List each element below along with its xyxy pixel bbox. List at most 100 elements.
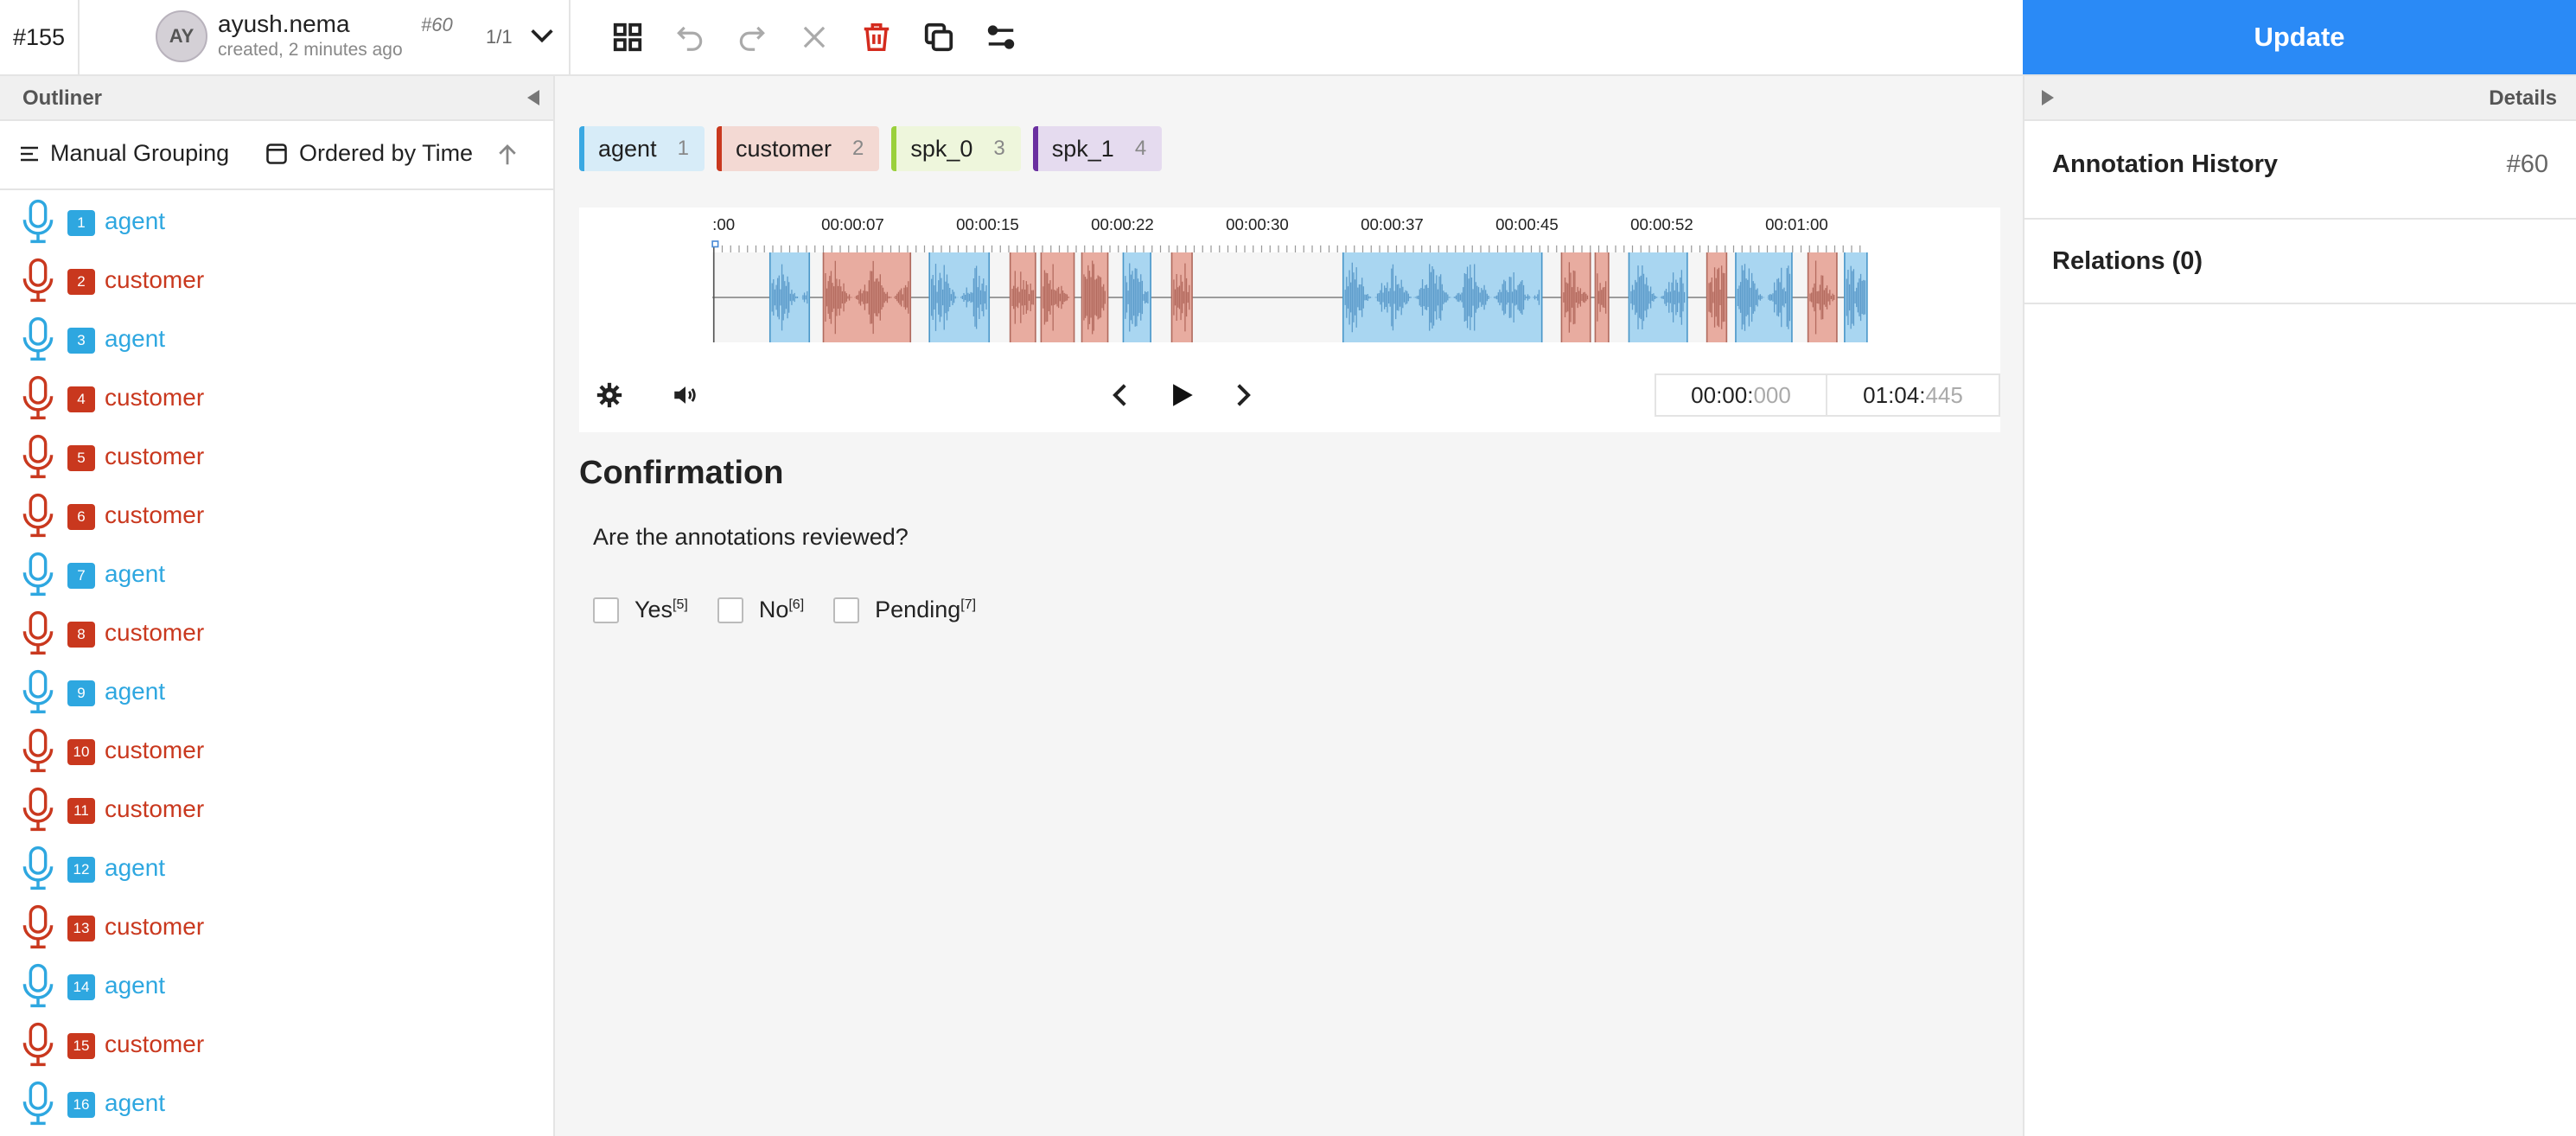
duration-field: 01:04: 445 — [1826, 373, 2000, 417]
checkbox[interactable] — [593, 597, 619, 623]
time-tick-label: 00:01:00 — [1765, 215, 1828, 233]
region-row[interactable]: 5 customer — [0, 425, 553, 484]
play-icon[interactable] — [1167, 380, 1196, 410]
duplicate-icon — [924, 22, 953, 52]
confirmation-question: Are the annotations reviewed? — [593, 524, 909, 550]
playhead-handle[interactable] — [711, 240, 719, 248]
annotation-history-row[interactable]: Annotation History #60 — [2024, 121, 2576, 220]
choice-no[interactable]: No [6] — [717, 597, 804, 623]
label-hotkey: 1 — [677, 137, 689, 160]
duplicate-button[interactable] — [908, 0, 970, 74]
player-controls: 00:00: 000 01:04: 445 — [579, 373, 2000, 417]
redo-button[interactable] — [721, 0, 783, 74]
microphone-icon — [22, 493, 54, 538]
undo-button[interactable] — [659, 0, 721, 74]
settings-toggle-button[interactable] — [970, 0, 1032, 74]
expand-icon[interactable] — [2042, 90, 2054, 105]
sort-ascending-icon[interactable] — [494, 140, 520, 169]
checkbox[interactable] — [833, 597, 860, 623]
microphone-icon — [22, 963, 54, 1008]
annotation-history-label: Annotation History — [2052, 150, 2278, 178]
region-row[interactable]: 7 agent — [0, 543, 553, 602]
region-row[interactable]: 11 customer — [0, 778, 553, 837]
microphone-icon — [22, 375, 54, 420]
time-tick-label: :00 — [712, 215, 735, 233]
label-name: agent — [598, 135, 657, 162]
label-chips: agent 1 customer 2 spk_0 3 spk_1 4 — [579, 126, 1163, 171]
checkbox[interactable] — [717, 597, 743, 623]
grouping-bar: Manual Grouping Ordered by Time — [0, 121, 553, 190]
region-index: 13 — [67, 916, 95, 941]
manual-grouping-button[interactable]: Manual Grouping — [19, 140, 229, 167]
region-index: 15 — [67, 1033, 95, 1059]
chevron-right-icon[interactable] — [1227, 380, 1257, 410]
region-row[interactable]: 1 agent — [0, 190, 553, 249]
grouping-label: Manual Grouping — [50, 140, 230, 166]
choice-hotkey: [6] — [788, 597, 805, 612]
agent-region[interactable] — [1735, 252, 1792, 342]
details-title: Details — [2489, 86, 2557, 110]
current-time: 00:00: — [1691, 381, 1754, 408]
microphone-icon — [22, 552, 54, 597]
region-label: customer — [105, 913, 205, 940]
undo-icon — [677, 26, 703, 51]
relations-row[interactable]: Relations (0) — [2024, 220, 2576, 304]
reset-icon — [803, 26, 826, 48]
annotation-selector[interactable]: AY ayush.nema created, 2 minutes ago #60… — [80, 0, 571, 74]
annotation-count: 1/1 — [486, 26, 513, 48]
region-label: agent — [105, 207, 166, 234]
label-name: spk_0 — [910, 135, 973, 162]
region-index: 11 — [67, 798, 95, 824]
update-button[interactable]: Update — [2023, 0, 2576, 74]
region-row[interactable]: 16 agent — [0, 1072, 553, 1131]
choice-yes[interactable]: Yes [5] — [593, 597, 688, 623]
annotation-history-id: #60 — [2506, 150, 2548, 178]
label-chip-agent[interactable]: agent 1 — [579, 126, 705, 171]
calendar-icon — [266, 143, 287, 164]
gear-icon[interactable] — [595, 380, 624, 410]
microphone-icon — [22, 199, 54, 244]
chevron-down-icon[interactable] — [527, 21, 557, 50]
choice-label: No — [758, 597, 789, 622]
region-row[interactable]: 12 agent — [0, 837, 553, 896]
label-chip-spk-0[interactable]: spk_0 3 — [891, 126, 1021, 171]
region-index: 5 — [67, 445, 95, 471]
region-label: customer — [105, 795, 205, 822]
chevron-left-icon[interactable] — [1106, 380, 1136, 410]
confirmation-title: Confirmation — [579, 455, 784, 491]
microphone-icon — [22, 669, 54, 714]
region-row[interactable]: 9 agent — [0, 661, 553, 719]
microphone-icon — [22, 904, 54, 949]
region-row[interactable]: 4 customer — [0, 367, 553, 425]
delete-icon — [864, 23, 889, 51]
region-row[interactable]: 14 agent — [0, 954, 553, 1013]
label-hotkey: 3 — [993, 137, 1005, 160]
ordering-label: Ordered by Time — [299, 140, 474, 166]
choice-pending[interactable]: Pending [7] — [833, 597, 976, 623]
waveform-timeline[interactable]: :00 00:00:07 00:00:15 00:00:22 00:00:30 00:00… — [579, 207, 2000, 342]
region-row[interactable]: 10 customer — [0, 719, 553, 778]
microphone-icon — [22, 258, 54, 303]
reset-button[interactable] — [783, 0, 845, 74]
region-row[interactable]: 13 customer — [0, 896, 553, 954]
region-row[interactable]: 15 customer — [0, 1013, 553, 1072]
time-tick-label: 00:00:22 — [1091, 215, 1154, 233]
ordered-by-time-button[interactable]: Ordered by Time — [265, 140, 473, 167]
time-tick-label: 00:00:52 — [1630, 215, 1693, 233]
label-hotkey: 2 — [851, 137, 864, 160]
region-row[interactable]: 8 customer — [0, 602, 553, 661]
region-row[interactable]: 6 customer — [0, 484, 553, 543]
region-label: agent — [105, 325, 166, 352]
grid-view-button[interactable] — [596, 0, 659, 74]
task-id: #155 — [0, 0, 80, 74]
label-chip-spk-1[interactable]: spk_1 4 — [1032, 126, 1163, 171]
choice-hotkey: [5] — [673, 597, 688, 612]
label-chip-customer[interactable]: customer 2 — [716, 126, 880, 171]
current-time-field[interactable]: 00:00: 000 — [1655, 373, 1827, 417]
volume-icon[interactable] — [671, 380, 700, 410]
region-label: customer — [105, 266, 205, 293]
region-row[interactable]: 2 customer — [0, 249, 553, 308]
collapse-icon[interactable] — [527, 90, 539, 105]
delete-button[interactable] — [845, 0, 908, 74]
region-row[interactable]: 3 agent — [0, 308, 553, 367]
